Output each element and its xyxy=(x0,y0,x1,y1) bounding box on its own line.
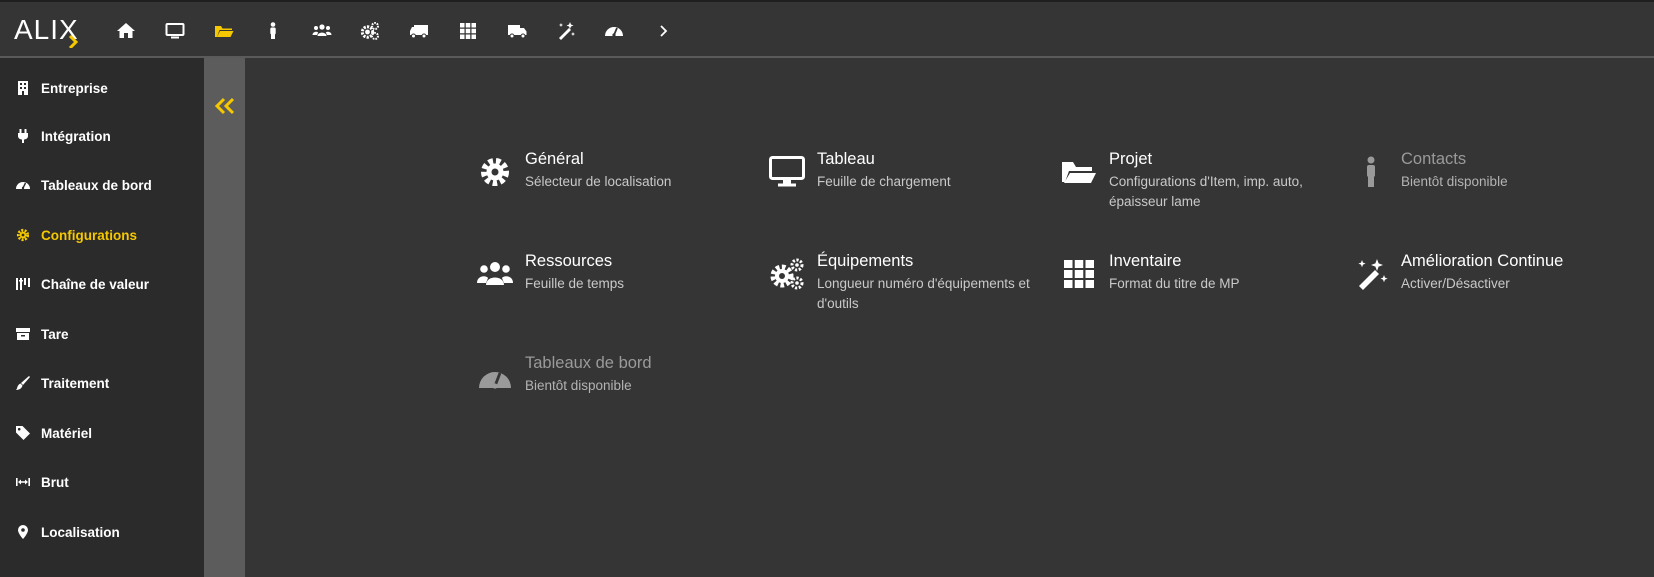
brush-icon xyxy=(16,376,30,390)
card-ressources[interactable]: Ressources Feuille de temps xyxy=(475,252,735,332)
nav-delivery[interactable] xyxy=(492,16,541,46)
card-title: Général xyxy=(525,150,584,168)
card-title: Équipements xyxy=(817,252,914,270)
nav-more[interactable] xyxy=(639,16,688,46)
card-title: Projet xyxy=(1109,150,1153,168)
nav-truck[interactable] xyxy=(395,16,444,46)
person-icon xyxy=(1351,154,1391,190)
alix-logo[interactable]: ALIX xyxy=(14,14,80,48)
nav-home[interactable] xyxy=(102,16,151,46)
value-chain-icon xyxy=(16,277,30,291)
nav-folder[interactable] xyxy=(200,16,249,46)
truck-icon xyxy=(410,25,429,39)
grid-icon xyxy=(459,23,476,39)
sidebar-item-label: Configurations xyxy=(41,227,137,243)
person-icon xyxy=(270,22,276,39)
sidebar-item-label: Traitement xyxy=(41,375,110,391)
archive-box-icon xyxy=(16,327,30,341)
gear-icon xyxy=(16,228,30,242)
card-description: Activer/Désactiver xyxy=(1401,276,1510,291)
sidebar-item-configurations[interactable]: Configurations xyxy=(0,215,204,255)
card-description: Longueur numéro d'équipements et d'outil… xyxy=(817,276,1030,311)
gears-icon xyxy=(361,22,380,40)
gears-icon xyxy=(767,256,807,292)
gear-icon xyxy=(475,154,515,190)
card-description: Configurations d'Item, imp. auto, épaiss… xyxy=(1109,174,1303,209)
double-chevron-left-icon xyxy=(214,97,235,115)
magic-wand-icon xyxy=(1351,256,1391,292)
monitor-icon xyxy=(767,154,807,190)
card-description: Feuille de temps xyxy=(525,276,625,291)
width-arrows-icon xyxy=(16,475,30,489)
gauge-icon xyxy=(475,358,515,394)
card-title: Ressources xyxy=(525,252,613,270)
sidebar-item-label: Matériel xyxy=(41,425,93,441)
sidebar-item-label: Tableaux de bord xyxy=(41,177,152,193)
card-title: Amélioration Continue xyxy=(1401,252,1564,270)
top-navigation xyxy=(102,16,688,46)
card-equipements[interactable]: Équipements Longueur numéro d'équipement… xyxy=(767,252,1030,332)
sidebar-item-materiel[interactable]: Matériel xyxy=(0,413,204,453)
card-general[interactable]: Général Sélecteur de localisation xyxy=(475,150,735,230)
nav-monitor[interactable] xyxy=(151,16,200,46)
users-icon xyxy=(312,24,332,36)
delivery-truck-icon xyxy=(507,25,527,39)
card-description: Feuille de chargement xyxy=(817,174,951,189)
nav-users[interactable] xyxy=(297,16,346,46)
plug-icon xyxy=(16,129,30,143)
nav-person[interactable] xyxy=(248,16,297,46)
card-title: Tableau xyxy=(817,150,875,168)
home-icon xyxy=(117,23,136,38)
sidebar-item-entreprise[interactable]: Entreprise xyxy=(0,68,204,108)
gauge-icon xyxy=(605,27,624,37)
sidebar-item-label: Tare xyxy=(41,326,69,342)
users-icon xyxy=(475,256,515,292)
map-pin-icon xyxy=(16,525,30,539)
nav-magic[interactable] xyxy=(541,16,590,46)
folder-open-icon xyxy=(1059,154,1099,190)
sidebar-item-brut[interactable]: Brut xyxy=(0,462,204,502)
card-description: Bientôt disponible xyxy=(1401,174,1508,189)
sidebar-item-integration[interactable]: Intégration xyxy=(0,116,204,156)
sidebar-item-chaine-de-valeur[interactable]: Chaîne de valeur xyxy=(0,264,204,304)
card-description: Bientôt disponible xyxy=(525,378,632,393)
sidebar-item-label: Localisation xyxy=(41,524,120,540)
card-contacts[interactable]: Contacts Bientôt disponible xyxy=(1351,150,1611,230)
sidebar-collapse-strip xyxy=(204,58,245,577)
folder-open-icon xyxy=(214,26,234,37)
sidebar-item-label: Brut xyxy=(41,474,69,490)
chevron-right-icon xyxy=(660,25,668,37)
card-tableaux-de-bord[interactable]: Tableaux de bord Bientôt disponible xyxy=(475,354,735,434)
card-title: Contacts xyxy=(1401,150,1467,168)
card-description: Sélecteur de localisation xyxy=(525,174,672,189)
grid-icon xyxy=(1059,256,1099,292)
sidebar-item-tare[interactable]: Tare xyxy=(0,314,204,354)
top-bar: ALIX xyxy=(0,0,1654,58)
sidebar-item-label: Intégration xyxy=(41,128,111,144)
card-tableau[interactable]: Tableau Feuille de chargement xyxy=(767,150,1027,230)
nav-grid[interactable] xyxy=(444,16,493,46)
nav-gauge[interactable] xyxy=(590,16,639,46)
card-projet[interactable]: Projet Configurations d'Item, imp. auto,… xyxy=(1059,150,1319,230)
card-inventaire[interactable]: Inventaire Format du titre de MP xyxy=(1059,252,1319,332)
configurations-grid: Général Sélecteur de localisation Tablea… xyxy=(245,58,1654,577)
svg-text:ALIX: ALIX xyxy=(14,14,79,45)
collapse-sidebar-button[interactable] xyxy=(212,94,238,118)
monitor-icon xyxy=(165,23,185,39)
gauge-icon xyxy=(16,178,30,192)
sidebar: Entreprise Intégration Tableaux de bord … xyxy=(0,58,204,577)
magic-wand-icon xyxy=(558,22,575,40)
sidebar-item-tableaux-de-bord[interactable]: Tableaux de bord xyxy=(0,165,204,205)
sidebar-item-label: Chaîne de valeur xyxy=(41,276,150,292)
card-description: Format du titre de MP xyxy=(1109,276,1240,291)
nav-gears[interactable] xyxy=(346,16,395,46)
card-title: Tableaux de bord xyxy=(525,354,652,372)
card-amelioration-continue[interactable]: Amélioration Continue Activer/Désactiver xyxy=(1351,252,1611,332)
building-icon xyxy=(16,81,30,95)
sidebar-item-label: Entreprise xyxy=(41,80,108,96)
sidebar-item-localisation[interactable]: Localisation xyxy=(0,512,204,552)
card-title: Inventaire xyxy=(1109,252,1182,270)
tag-icon xyxy=(16,426,30,440)
sidebar-item-traitement[interactable]: Traitement xyxy=(0,363,204,403)
